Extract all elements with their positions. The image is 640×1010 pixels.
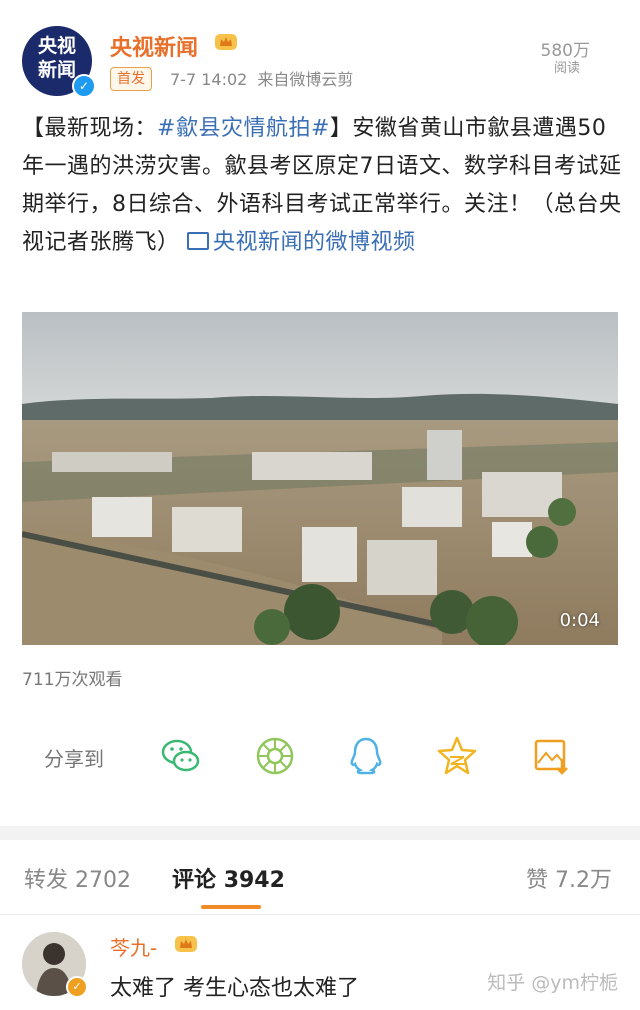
wechat-icon[interactable] bbox=[158, 733, 204, 779]
tab-likes[interactable]: 赞 7.2万 bbox=[526, 862, 612, 894]
zhihu-watermark: 知乎 @ym柠栀 bbox=[487, 972, 618, 994]
tab-comments-label: 评论 bbox=[172, 868, 217, 893]
save-image-icon[interactable] bbox=[528, 733, 574, 779]
author-name[interactable]: 央视新闻 bbox=[110, 30, 198, 62]
video-camera-icon bbox=[187, 232, 210, 250]
tab-comments[interactable]: 评论 3942 bbox=[172, 862, 285, 894]
comment-text: 太难了 考生心态也太难了 bbox=[110, 976, 359, 1001]
tab-likes-count: 7.2万 bbox=[555, 868, 612, 893]
video-player[interactable]: 0:04 bbox=[22, 312, 618, 645]
flood-aerial-thumbnail bbox=[22, 312, 618, 645]
tab-repost-label: 转发 bbox=[24, 868, 69, 893]
tab-divider bbox=[0, 914, 640, 915]
tab-comments-count: 3942 bbox=[223, 868, 285, 893]
vip-crown-icon bbox=[215, 34, 237, 50]
comment-verified-icon: ✓ bbox=[66, 976, 88, 998]
video-source-link-label: 央视新闻的微博视频 bbox=[213, 230, 416, 255]
avatar-logo-line1: 央视 bbox=[37, 35, 76, 57]
topic-link[interactable]: #歙县灾情航拍# bbox=[157, 116, 330, 141]
tab-repost-count: 2702 bbox=[75, 868, 132, 893]
section-divider bbox=[0, 826, 640, 840]
reads-label: 阅读 bbox=[553, 61, 580, 76]
comment-vip-crown-icon bbox=[175, 936, 197, 952]
post-meta: 7-7 14:02 来自微博云剪 bbox=[170, 66, 353, 90]
share-label: 分享到 bbox=[44, 747, 104, 771]
verified-icon: ✓ bbox=[72, 74, 96, 98]
first-release-badge: 首发 bbox=[110, 67, 152, 91]
tab-likes-label: 赞 bbox=[525, 868, 548, 893]
post-text: 【最新现场：#歙县灾情航拍#】安徽省黄山市歙县遭遇50年一遇的洪涝灾害。歙县考区… bbox=[22, 110, 622, 262]
view-count: 711万次观看 bbox=[22, 670, 123, 690]
qq-icon[interactable] bbox=[343, 733, 389, 779]
video-source-link[interactable]: 央视新闻的微博视频 bbox=[187, 230, 416, 255]
post-source: 来自微博云剪 bbox=[257, 70, 354, 89]
active-tab-indicator bbox=[201, 905, 261, 909]
post-text-prefix: 【最新现场： bbox=[22, 116, 158, 141]
moments-icon[interactable] bbox=[252, 733, 298, 779]
qzone-star-icon[interactable] bbox=[434, 733, 480, 779]
video-duration: 0:04 bbox=[559, 610, 600, 631]
post-time: 7-7 14:02 bbox=[170, 70, 248, 89]
tab-repost[interactable]: 转发 2702 bbox=[24, 862, 131, 894]
comment-author-name[interactable]: 芩九- bbox=[110, 932, 157, 961]
